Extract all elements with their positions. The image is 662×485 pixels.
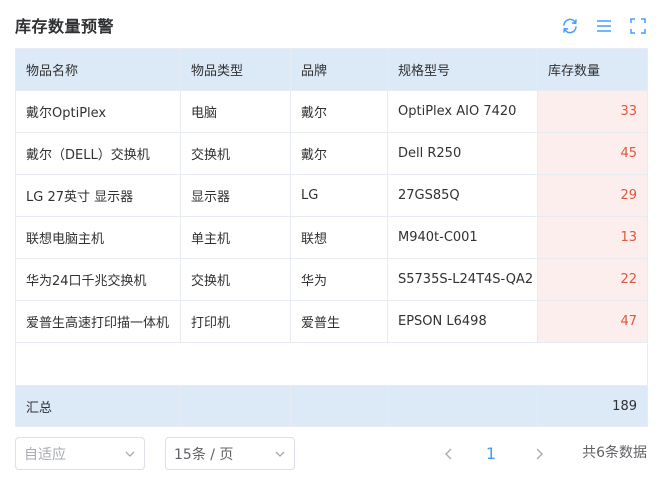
cell-name: 联想电脑主机 bbox=[15, 216, 181, 259]
cell-name: 戴尔OptiPlex bbox=[15, 90, 181, 133]
chevron-left-icon bbox=[445, 448, 452, 459]
cell-name: 华为24口千兆交换机 bbox=[15, 258, 181, 301]
cell-type: 显示器 bbox=[180, 174, 291, 217]
total-count: 共6条数据 bbox=[582, 445, 647, 461]
table-row[interactable]: 戴尔OptiPlex 电脑 戴尔 OptiPlex AIO 7420 33 bbox=[15, 90, 648, 133]
cell-type: 交换机 bbox=[180, 258, 291, 301]
fullscreen-button[interactable] bbox=[626, 14, 650, 38]
chevron-down-icon bbox=[275, 451, 285, 457]
table-row[interactable]: 戴尔（DELL）交换机 交换机 戴尔 Dell R250 45 bbox=[15, 132, 648, 175]
summary-cell bbox=[180, 385, 291, 427]
cell-type: 电脑 bbox=[180, 90, 291, 133]
summary-row: 汇总 189 bbox=[15, 385, 648, 427]
summary-label: 汇总 bbox=[15, 385, 181, 427]
cell-model: 27GS85Q bbox=[387, 174, 538, 217]
summary-cell bbox=[387, 385, 538, 427]
cell-qty: 33 bbox=[537, 90, 648, 133]
cell-type: 打印机 bbox=[180, 300, 291, 343]
next-page-button[interactable] bbox=[527, 437, 551, 470]
column-header-name[interactable]: 物品名称 bbox=[15, 48, 181, 91]
cell-name: LG 27英寸 显示器 bbox=[15, 174, 181, 217]
column-header-qty[interactable]: 库存数量 bbox=[537, 48, 648, 91]
page-size-select[interactable]: 15条 / 页 bbox=[165, 437, 295, 470]
page-number-current[interactable]: 1 bbox=[481, 437, 501, 470]
cell-type: 交换机 bbox=[180, 132, 291, 175]
cell-model: Dell R250 bbox=[387, 132, 538, 175]
cell-type: 单主机 bbox=[180, 216, 291, 259]
column-header-model[interactable]: 规格型号 bbox=[387, 48, 538, 91]
cell-brand: 联想 bbox=[290, 216, 388, 259]
cell-brand: 华为 bbox=[290, 258, 388, 301]
cell-brand: 爱普生 bbox=[290, 300, 388, 343]
chevron-down-icon bbox=[125, 451, 135, 457]
cell-name: 戴尔（DELL）交换机 bbox=[15, 132, 181, 175]
cell-model: S5735S-L24T4S-QA2 bbox=[387, 258, 538, 301]
refresh-button[interactable] bbox=[558, 14, 582, 38]
cell-model: OptiPlex AIO 7420 bbox=[387, 90, 538, 133]
refresh-icon bbox=[563, 18, 577, 34]
cell-qty: 13 bbox=[537, 216, 648, 259]
table-row[interactable]: 联想电脑主机 单主机 联想 M940t-C001 13 bbox=[15, 216, 648, 259]
empty-cell bbox=[15, 342, 648, 386]
chevron-right-icon bbox=[536, 448, 543, 459]
columns-button[interactable] bbox=[592, 14, 616, 38]
column-header-brand[interactable]: 品牌 bbox=[290, 48, 388, 91]
page-size-value: 15条 / 页 bbox=[174, 446, 234, 463]
size-mode-select[interactable]: 自适应 bbox=[15, 437, 145, 470]
cell-brand: 戴尔 bbox=[290, 90, 388, 133]
cell-brand: 戴尔 bbox=[290, 132, 388, 175]
cell-qty: 45 bbox=[537, 132, 648, 175]
prev-page-button[interactable] bbox=[437, 437, 461, 470]
cell-qty: 29 bbox=[537, 174, 648, 217]
empty-row bbox=[15, 342, 648, 386]
summary-cell bbox=[290, 385, 388, 427]
cell-qty: 47 bbox=[537, 300, 648, 343]
page-title: 库存数量预警 bbox=[15, 17, 115, 36]
fullscreen-icon bbox=[630, 18, 646, 34]
table-row[interactable]: 爱普生高速打印描一体机 打印机 爱普生 EPSON L6498 47 bbox=[15, 300, 648, 343]
toolbar bbox=[558, 14, 650, 38]
cell-model: M940t-C001 bbox=[387, 216, 538, 259]
size-mode-value: 自适应 bbox=[24, 446, 66, 463]
cell-model: EPSON L6498 bbox=[387, 300, 538, 343]
columns-icon bbox=[597, 20, 611, 32]
cell-name: 爱普生高速打印描一体机 bbox=[15, 300, 181, 343]
table-row[interactable]: LG 27英寸 显示器 显示器 LG 27GS85Q 29 bbox=[15, 174, 648, 217]
cell-qty: 22 bbox=[537, 258, 648, 301]
table-row[interactable]: 华为24口千兆交换机 交换机 华为 S5735S-L24T4S-QA2 22 bbox=[15, 258, 648, 301]
cell-brand: LG bbox=[290, 174, 388, 217]
column-header-type[interactable]: 物品类型 bbox=[180, 48, 291, 91]
inventory-table: 物品名称 物品类型 品牌 规格型号 库存数量 戴尔OptiPlex 电脑 戴尔 … bbox=[15, 48, 648, 427]
table-header-row: 物品名称 物品类型 品牌 规格型号 库存数量 bbox=[15, 48, 648, 91]
pagination: 自适应 15条 / 页 1 共6条数据 bbox=[15, 437, 647, 470]
summary-total: 189 bbox=[537, 385, 648, 427]
panel-header: 库存数量预警 bbox=[0, 0, 662, 48]
